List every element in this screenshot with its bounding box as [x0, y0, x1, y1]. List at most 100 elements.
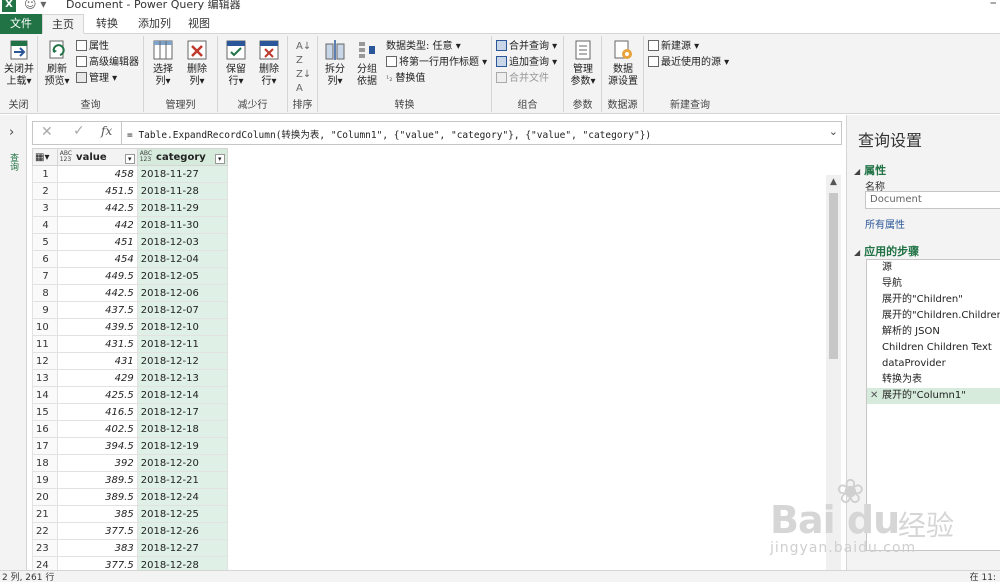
expand-queries-icon[interactable]: › [9, 125, 14, 140]
table-row[interactable]: 19 389.5 2018-12-21 [32, 471, 228, 489]
sort-descending-icon[interactable]: Z↓ A [296, 68, 311, 96]
use-first-row-button[interactable]: 将第一行用作标题 ▾ [386, 56, 487, 70]
combine-files-button[interactable]: 合并文件 [496, 72, 549, 86]
value-cell[interactable]: 394.5 [56, 437, 138, 455]
row-index[interactable]: 9 [32, 301, 58, 319]
query-name-input[interactable]: Document [865, 191, 1000, 209]
table-row[interactable]: 5 451 2018-12-03 [32, 233, 228, 251]
category-cell[interactable]: 2018-12-26 [136, 522, 228, 540]
row-index[interactable]: 4 [32, 216, 58, 234]
advanced-editor-button[interactable]: 高级编辑器 [76, 56, 139, 70]
table-row[interactable]: 14 425.5 2018-12-14 [32, 386, 228, 404]
category-cell[interactable]: 2018-12-13 [136, 369, 228, 387]
applied-step[interactable]: dataProvider [867, 356, 1000, 372]
applied-step[interactable]: 展开的"Children" [867, 292, 1000, 308]
category-cell[interactable]: 2018-11-29 [136, 199, 228, 217]
table-row[interactable]: 15 416.5 2018-12-17 [32, 403, 228, 421]
value-cell[interactable]: 383 [56, 539, 138, 557]
value-cell[interactable]: 442.5 [56, 199, 138, 217]
table-row[interactable]: 18 392 2018-12-20 [32, 454, 228, 472]
table-row[interactable]: 7 449.5 2018-12-05 [32, 267, 228, 285]
window-control[interactable]: ⎯ [991, 0, 997, 10]
remove-columns-button[interactable]: 删除 列▾ [182, 38, 212, 88]
row-index[interactable]: 3 [32, 199, 58, 217]
applied-step[interactable]: 转换为表 [867, 372, 1000, 388]
table-row[interactable]: 23 383 2018-12-27 [32, 539, 228, 557]
table-row[interactable]: 4 442 2018-11-30 [32, 216, 228, 234]
category-cell[interactable]: 2018-12-11 [136, 335, 228, 353]
value-cell[interactable]: 431.5 [56, 335, 138, 353]
category-cell[interactable]: 2018-12-18 [136, 420, 228, 438]
category-cell[interactable]: 2018-11-27 [136, 165, 228, 183]
category-cell[interactable]: 2018-12-05 [136, 267, 228, 285]
table-row[interactable]: 22 377.5 2018-12-26 [32, 522, 228, 540]
replace-values-button[interactable]: ¹₂ 替换值 [386, 72, 425, 86]
applied-step[interactable]: Children Children Text [867, 340, 1000, 356]
row-index[interactable]: 8 [32, 284, 58, 302]
category-cell[interactable]: 2018-11-28 [136, 182, 228, 200]
category-cell[interactable]: 2018-12-06 [136, 284, 228, 302]
table-row[interactable]: 20 389.5 2018-12-24 [32, 488, 228, 506]
row-index[interactable]: 16 [32, 420, 58, 438]
row-index[interactable]: 14 [32, 386, 58, 404]
row-index[interactable]: 21 [32, 505, 58, 523]
value-cell[interactable]: 402.5 [56, 420, 138, 438]
category-cell[interactable]: 2018-12-10 [136, 318, 228, 336]
smiley-icon[interactable]: ☺ ▾ [24, 0, 46, 11]
row-index[interactable]: 20 [32, 488, 58, 506]
category-cell[interactable]: 2018-12-03 [136, 233, 228, 251]
category-cell[interactable]: 2018-12-07 [136, 301, 228, 319]
table-row[interactable]: 12 431 2018-12-12 [32, 352, 228, 370]
table-row[interactable]: 10 439.5 2018-12-10 [32, 318, 228, 336]
category-cell[interactable]: 2018-11-30 [136, 216, 228, 234]
category-cell[interactable]: 2018-12-25 [136, 505, 228, 523]
data-source-settings-button[interactable]: 数据 源设置 [606, 38, 640, 88]
applied-step[interactable]: 解析的 JSON [867, 324, 1000, 340]
table-row[interactable]: 17 394.5 2018-12-19 [32, 437, 228, 455]
applied-step[interactable]: 展开的"Children.Children" [867, 308, 1000, 324]
close-and-load-button[interactable]: 关闭并 上载▾ [2, 38, 36, 88]
table-row[interactable]: 16 402.5 2018-12-18 [32, 420, 228, 438]
value-cell[interactable]: 454 [56, 250, 138, 268]
table-row[interactable]: 21 385 2018-12-25 [32, 505, 228, 523]
manage-button[interactable]: 管理 ▾ [76, 72, 117, 86]
row-index[interactable]: 11 [32, 335, 58, 353]
remove-rows-button[interactable]: 删除 行▾ [254, 38, 284, 88]
tab-view[interactable]: 视图 [178, 14, 220, 34]
table-row[interactable]: 6 454 2018-12-04 [32, 250, 228, 268]
row-index[interactable]: 6 [32, 250, 58, 268]
row-index[interactable]: 18 [32, 454, 58, 472]
column-header-value[interactable]: ABC 123 value ▾ [56, 148, 138, 166]
new-source-button[interactable]: 新建源 ▾ [648, 40, 699, 54]
value-cell[interactable]: 416.5 [56, 403, 138, 421]
scroll-up-icon[interactable]: ▲ [830, 177, 837, 187]
category-cell[interactable]: 2018-12-27 [136, 539, 228, 557]
manage-parameters-button[interactable]: 管理 参数▾ [567, 38, 599, 88]
value-cell[interactable]: 439.5 [56, 318, 138, 336]
category-cell[interactable]: 2018-12-04 [136, 250, 228, 268]
applied-step[interactable]: 源 [867, 260, 1000, 276]
filter-dropdown-icon[interactable]: ▾ [124, 153, 135, 164]
value-cell[interactable]: 451.5 [56, 182, 138, 200]
applied-step[interactable]: ✕ 展开的"Column1" [867, 388, 1000, 404]
tab-add-column[interactable]: 添加列 [128, 14, 181, 34]
category-cell[interactable]: 2018-12-14 [136, 386, 228, 404]
applied-step[interactable]: 导航 [867, 276, 1000, 292]
value-cell[interactable]: 449.5 [56, 267, 138, 285]
category-cell[interactable]: 2018-12-20 [136, 454, 228, 472]
row-index[interactable]: 5 [32, 233, 58, 251]
properties-button[interactable]: 属性 [76, 40, 109, 54]
row-index[interactable]: 10 [32, 318, 58, 336]
category-cell[interactable]: 2018-12-17 [136, 403, 228, 421]
row-index[interactable]: 13 [32, 369, 58, 387]
table-menu-icon[interactable]: ▦▾ [32, 148, 58, 166]
row-index[interactable]: 22 [32, 522, 58, 540]
value-cell[interactable]: 431 [56, 352, 138, 370]
choose-columns-button[interactable]: 选择 列▾ [148, 38, 178, 88]
properties-section[interactable]: ◢ 属性 [854, 162, 886, 178]
table-row[interactable]: 2 451.5 2018-11-28 [32, 182, 228, 200]
chevron-down-icon[interactable]: ⌄ [829, 125, 838, 138]
sort-ascending-icon[interactable]: A↓ Z [296, 40, 311, 68]
table-row[interactable]: 11 431.5 2018-12-11 [32, 335, 228, 353]
category-cell[interactable]: 2018-12-12 [136, 352, 228, 370]
